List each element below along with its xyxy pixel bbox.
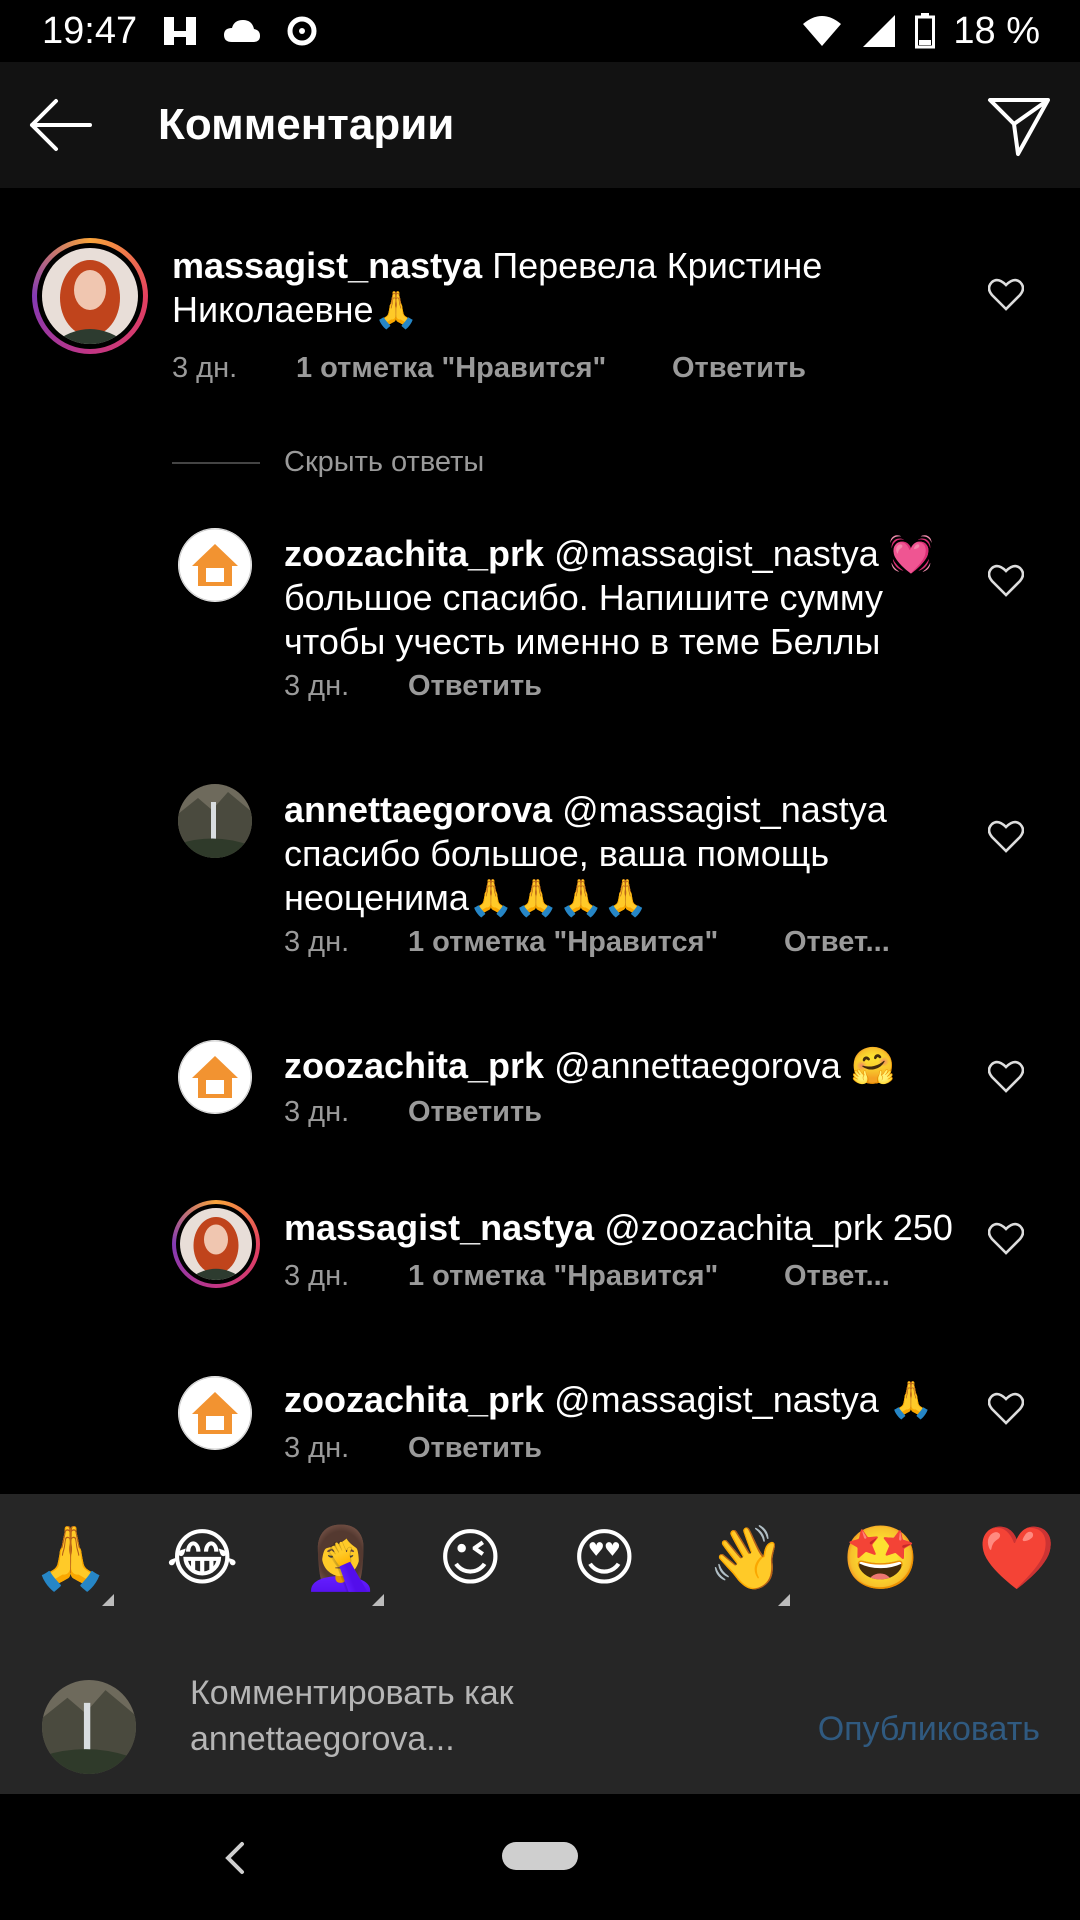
current-user-avatar [42,1680,136,1774]
reply-item: zoozachita_prk @massagist_nastya 🙏 3 дн.… [0,1376,1080,1494]
comment-meta: 3 дн. 1 отметка "Нравится" Ответить [172,352,806,385]
cloud-icon [224,20,260,42]
direct-send-icon[interactable] [984,90,1054,160]
comment-meta: 3 дн. 1 отметка "Нравится" Ответ... [284,926,890,959]
hide-replies-label[interactable]: Скрыть ответы [284,446,484,479]
comment-body: @annettaegorova 🤗 [544,1045,896,1086]
divider [172,461,260,464]
like-heart-icon[interactable] [988,1222,1024,1256]
comment-age: 3 дн. [172,352,238,384]
hide-replies-toggle[interactable]: Скрыть ответы [172,446,484,479]
comment-age: 3 дн. [284,1432,350,1464]
reply-item: zoozachita_prk @annettaegorova 🤗 3 дн. О… [0,1040,1080,1180]
emoji-button[interactable]: 🤩 [842,1524,919,1594]
comment-meta: 3 дн. Ответить [284,670,542,703]
like-heart-icon[interactable] [988,1060,1024,1094]
likes-count[interactable]: 1 отметка "Нравится" [408,1260,784,1293]
username[interactable]: zoozachita_prk [284,1045,544,1086]
comment-body: @massagist_nastya 🙏 [544,1379,934,1420]
reply-button[interactable]: Ответить [408,1096,542,1129]
username[interactable]: massagist_nastya [284,1207,594,1248]
reply-item: massagist_nastya @zoozachita_prk 250 3 д… [0,1200,1080,1346]
comment-meta: 3 дн. Ответить [284,1432,542,1465]
skin-tone-indicator [778,1594,790,1606]
username[interactable]: massagist_nastya [172,245,482,286]
emoji-button[interactable]: ❤️ [978,1524,1055,1594]
page-title: Комментарии [158,100,455,149]
avatar [42,248,138,344]
notification-app-icon [164,17,196,45]
story-ring[interactable] [32,238,148,354]
comment-age: 3 дн. [284,670,350,702]
like-heart-icon[interactable] [988,278,1024,312]
comment-text: annettaegorova @massagist_nastya спасибо… [284,788,964,920]
emoji-quick-bar: 🙏 😂 🤦‍♀️ 😉 😍 👋 🤩 ❤️ [0,1494,1080,1630]
main-comment: massagist_nastya Перевела Кристине Никол… [0,188,1080,418]
emoji-button[interactable]: 🙏 [32,1524,109,1594]
reply-button[interactable]: Ответить [408,670,542,703]
reply-item: zoozachita_prk @massagist_nastya 💓 больш… [0,528,1080,748]
status-time: 19:47 [42,10,138,52]
emoji-button[interactable]: 👋 [708,1524,785,1594]
story-ring[interactable] [172,1200,260,1288]
comment-composer: Комментировать как annettaegorova... Опу… [0,1630,1080,1794]
emoji-button[interactable]: 😍 [572,1524,637,1594]
emoji-button[interactable]: 🤦‍♀️ [302,1524,379,1594]
status-bar: 19:47 18 % [0,0,1080,62]
comment-age: 3 дн. [284,1096,350,1128]
reply-button[interactable]: Ответ... [784,1260,890,1293]
avatar [180,1208,252,1280]
battery-icon [915,13,936,49]
back-arrow-icon[interactable] [26,94,96,156]
emoji-button[interactable]: 😉 [438,1524,503,1594]
likes-count[interactable]: 1 отметка "Нравится" [296,352,672,385]
comment-input[interactable]: Комментировать как annettaegorova... [190,1670,610,1762]
comment-meta: 3 дн. 1 отметка "Нравится" Ответ... [284,1260,890,1293]
comment-text: zoozachita_prk @massagist_nastya 💓 больш… [284,532,964,664]
sync-icon [287,16,317,46]
comment-meta: 3 дн. Ответить [284,1096,542,1129]
comments-feed: massagist_nastya Перевела Кристине Никол… [0,188,1080,1494]
comment-body: @zoozachita_prk 250 [594,1207,953,1248]
comment-text: massagist_nastya @zoozachita_prk 250 [284,1206,974,1250]
app-bar: Комментарии [0,62,1080,188]
skin-tone-indicator [102,1594,114,1606]
nav-home-pill[interactable] [502,1842,578,1870]
avatar[interactable] [178,528,252,602]
nav-back-icon[interactable] [220,1838,250,1878]
battery-percent: 18 % [953,9,1040,52]
reply-item: annettaegorova @massagist_nastya спасибо… [0,784,1080,1004]
reply-button[interactable]: Ответить [408,1432,542,1465]
avatar[interactable] [178,1376,252,1450]
comment-text: massagist_nastya Перевела Кристине Никол… [172,244,952,332]
avatar[interactable] [178,1040,252,1114]
comment-age: 3 дн. [284,1260,350,1292]
like-heart-icon[interactable] [988,564,1024,598]
system-nav-bar [0,1794,1080,1920]
like-heart-icon[interactable] [988,1392,1024,1426]
like-heart-icon[interactable] [988,820,1024,854]
skin-tone-indicator [372,1594,384,1606]
reply-button[interactable]: Ответ... [784,926,890,959]
username[interactable]: zoozachita_prk [284,533,544,574]
username[interactable]: annettaegorova [284,789,552,830]
likes-count[interactable]: 1 отметка "Нравится" [408,926,784,959]
emoji-button[interactable]: 😂 [166,1524,238,1594]
comment-text: zoozachita_prk @annettaegorova 🤗 [284,1044,964,1088]
comment-age: 3 дн. [284,926,350,958]
avatar[interactable] [178,784,252,858]
publish-button[interactable]: Опубликовать [818,1710,1040,1749]
comment-text: zoozachita_prk @massagist_nastya 🙏 [284,1378,974,1422]
signal-icon [863,15,896,47]
reply-button[interactable]: Ответить [672,352,806,385]
wifi-icon [803,16,842,46]
username[interactable]: zoozachita_prk [284,1379,544,1420]
